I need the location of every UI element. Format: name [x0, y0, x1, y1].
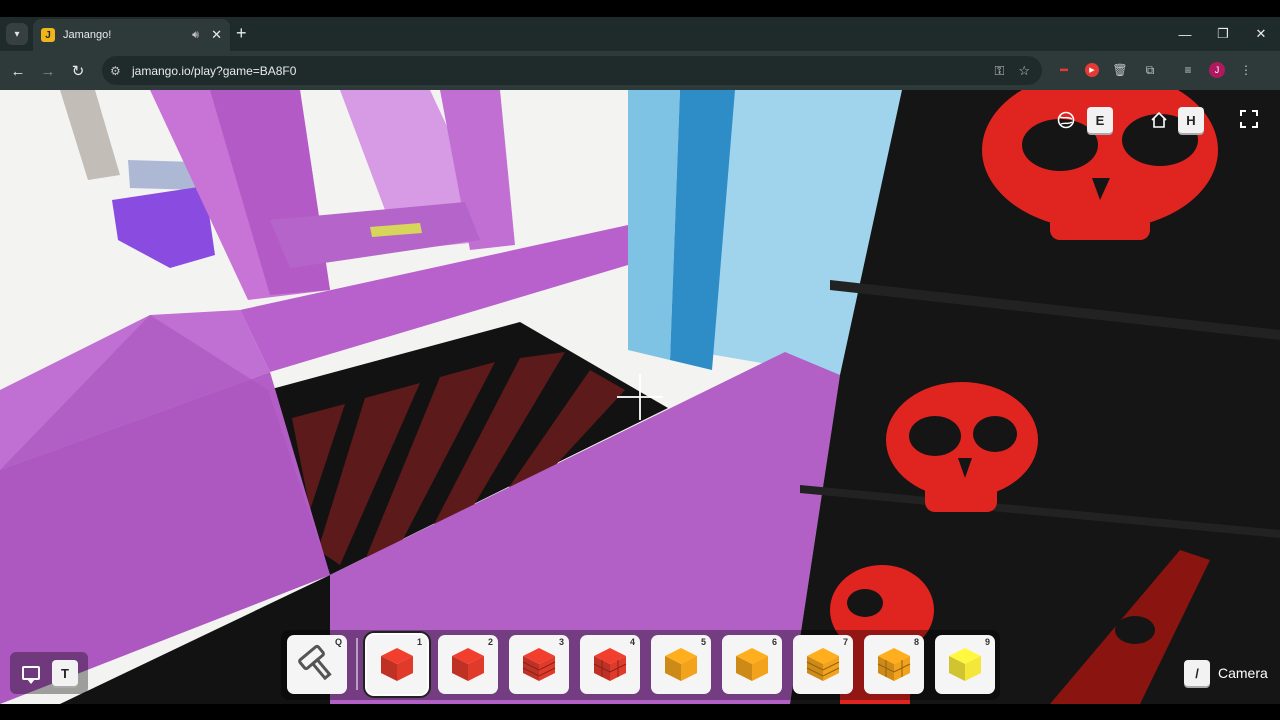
hotbar-slot-key: 1: [416, 637, 422, 647]
screen: ▾ J Jamango! 🔊︎ ✕ + — ❐ ✕ ← → ↻ ⚙︎ jaman…: [0, 0, 1280, 720]
chat-icon: [22, 666, 40, 684]
new-tab-button[interactable]: +: [236, 24, 247, 42]
hotbar-slot-2[interactable]: 2: [438, 635, 498, 694]
close-window-button[interactable]: ✕: [1242, 17, 1280, 51]
close-icon[interactable]: ✕: [211, 27, 222, 43]
hotbar-slot-9[interactable]: 9: [935, 635, 995, 694]
red-block-icon: [381, 648, 413, 681]
hotbar-slot-key: 6: [771, 637, 777, 647]
chat-button[interactable]: T: [10, 652, 88, 694]
forward-arrow-icon: →: [40, 62, 56, 80]
hotbar-divider: [356, 638, 358, 690]
menu-kebab-icon[interactable]: ⋮: [1237, 61, 1255, 79]
editor-toggle[interactable]: E: [1055, 107, 1113, 133]
hotbar-slot-5[interactable]: 5: [651, 635, 711, 694]
camera-label: Camera: [1218, 665, 1268, 681]
youtube-extension-icon[interactable]: ▶: [1085, 63, 1099, 77]
red-extension-icon[interactable]: ━: [1055, 61, 1073, 79]
hotbar-slot-6[interactable]: 6: [722, 635, 782, 694]
hotbar-slot-key: 5: [700, 637, 706, 647]
hotbar-slot-key: 4: [629, 637, 635, 647]
tab-jamango[interactable]: J Jamango! 🔊︎ ✕: [33, 19, 230, 51]
password-key-icon[interactable]: ⚿: [994, 63, 1004, 79]
tab-strip: ▾ J Jamango! 🔊︎ ✕ + — ❐ ✕: [0, 17, 1280, 51]
orange-tile-block-icon: [877, 648, 911, 681]
extensions-area: ━ ▶ 🗑︎ ⧉ ≡ J ⋮: [1055, 61, 1255, 79]
url-text[interactable]: jamango.io/play?game=BA8F0: [132, 64, 994, 78]
editor-key: E: [1087, 107, 1113, 133]
fullscreen-button[interactable]: [1238, 108, 1260, 130]
hotbar-slot-key: 8: [913, 637, 919, 647]
trash-extension-icon[interactable]: 🗑︎: [1111, 61, 1129, 79]
hotbar-slot-3[interactable]: 3: [509, 635, 569, 694]
hotbar-slot-4[interactable]: 4: [580, 635, 640, 694]
minimize-button[interactable]: —: [1166, 17, 1204, 51]
crosshair-vertical: [639, 374, 641, 420]
camera-key: /: [1184, 660, 1210, 686]
hotbar-slot-key: 2: [487, 637, 493, 647]
red-block-icon: [452, 648, 484, 681]
yellow-block-icon: [949, 648, 981, 681]
hotbar-slot-q[interactable]: Q: [287, 635, 347, 694]
reload-button[interactable]: ↻: [68, 61, 88, 81]
letterbox-bottom: [0, 704, 1280, 720]
hotbar-slot-key: 9: [984, 637, 990, 647]
speaker-icon[interactable]: 🔊︎: [192, 29, 199, 42]
chevron-down-icon: ▾: [14, 28, 20, 40]
back-arrow-icon: ←: [10, 62, 26, 80]
window-controls: — ❐ ✕: [1166, 17, 1280, 51]
red-brick-block-icon: [522, 648, 556, 681]
game-viewport[interactable]: E H T Q 1 2 3 4 5 6 7 8 9 / Camera: [0, 90, 1280, 704]
back-button[interactable]: ←: [8, 61, 28, 81]
tab-search-button[interactable]: ▾: [6, 23, 28, 45]
orange-block-icon: [665, 648, 697, 681]
orange-block-icon: [736, 648, 768, 681]
media-control-icon[interactable]: ≡: [1179, 61, 1197, 79]
puzzle-extension-icon[interactable]: ⧉: [1141, 61, 1159, 79]
star-icon[interactable]: ☆: [1018, 63, 1030, 79]
home-icon: [1148, 109, 1170, 131]
reload-icon: ↻: [71, 63, 85, 80]
browser-toolbar: ← → ↻ ⚙︎ jamango.io/play?game=BA8F0 ⚿ ☆ …: [0, 51, 1280, 90]
home-key: H: [1178, 107, 1204, 133]
globe-icon: [1055, 109, 1077, 131]
camera-button[interactable]: / Camera: [1184, 660, 1268, 686]
tab-title: Jamango!: [63, 29, 112, 41]
hotbar-slot-7[interactable]: 7: [793, 635, 853, 694]
profile-avatar[interactable]: J: [1209, 62, 1225, 78]
hotbar-slot-key: 7: [842, 637, 848, 647]
home-button[interactable]: H: [1148, 107, 1204, 133]
restore-button[interactable]: ❐: [1204, 17, 1242, 51]
jamango-favicon-icon: J: [41, 28, 55, 42]
forward-button[interactable]: →: [38, 61, 58, 81]
red-tile-block-icon: [593, 648, 627, 681]
address-bar[interactable]: ⚙︎ jamango.io/play?game=BA8F0 ⚿ ☆: [102, 56, 1042, 85]
hotbar-slot-key: 3: [558, 637, 564, 647]
chat-key: T: [52, 660, 78, 686]
fullscreen-icon: [1238, 108, 1260, 130]
orange-brick-block-icon: [806, 648, 840, 681]
site-settings-icon[interactable]: ⚙︎: [110, 64, 126, 78]
hammer-tool-icon: [298, 644, 332, 681]
hotbar: Q 1 2 3 4 5 6 7 8 9: [281, 630, 1000, 700]
hotbar-slot-1[interactable]: 1: [367, 635, 427, 694]
hotbar-slot-8[interactable]: 8: [864, 635, 924, 694]
